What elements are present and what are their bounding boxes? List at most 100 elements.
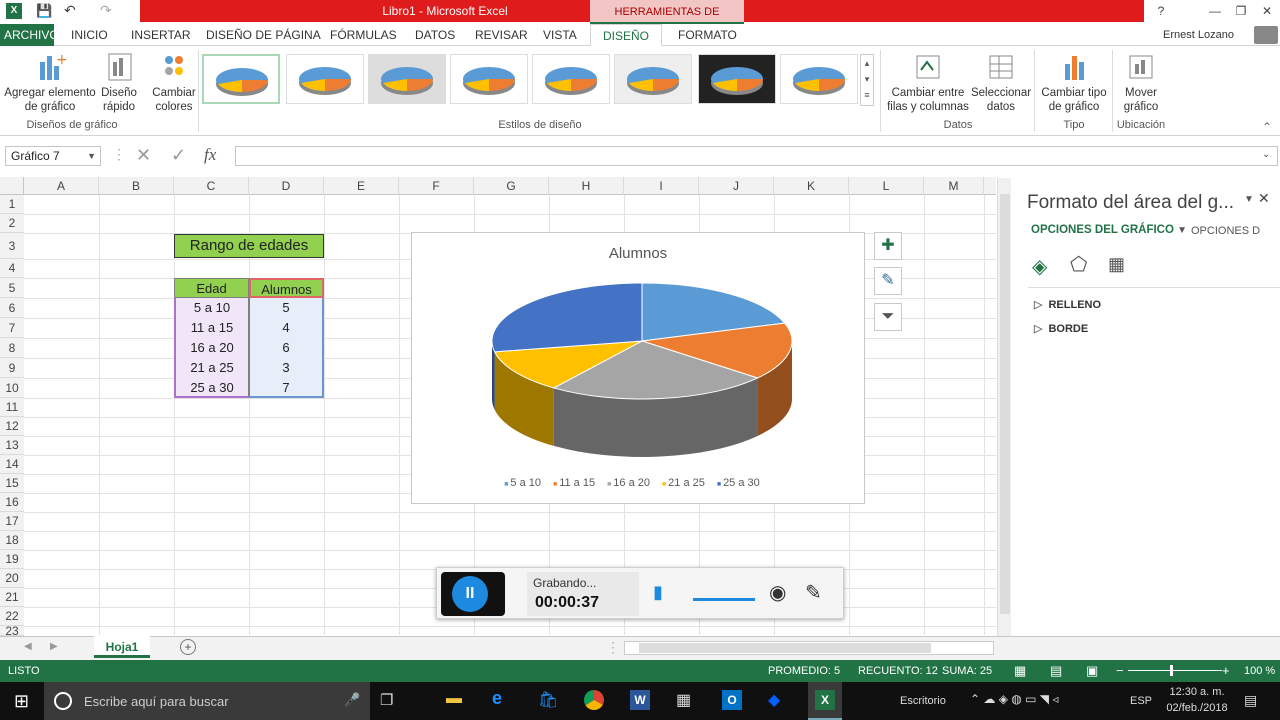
- legend-entry[interactable]: ■ 21 a 25: [662, 477, 705, 489]
- pie-chart[interactable]: [472, 273, 812, 463]
- horizontal-scrollbar[interactable]: [624, 641, 994, 655]
- change-chart-type-button[interactable]: Cambiar tipo de gráfico: [1036, 52, 1112, 114]
- table-title[interactable]: Rango de edades: [174, 234, 324, 258]
- row-header[interactable]: 2: [0, 214, 24, 233]
- language-indicator[interactable]: ESP: [1130, 695, 1152, 707]
- column-header[interactable]: A: [24, 177, 99, 195]
- calculator-icon[interactable]: ▦: [676, 690, 691, 710]
- name-box[interactable]: Gráfico 7 ▼: [5, 146, 101, 166]
- row-header[interactable]: 6: [0, 298, 24, 318]
- switch-row-column-button[interactable]: Cambiar entre filas y columnas: [884, 52, 972, 114]
- page-break-icon[interactable]: ▣: [1086, 663, 1098, 679]
- column-header[interactable]: G: [474, 177, 549, 195]
- file-explorer-icon[interactable]: ▬: [446, 690, 462, 708]
- add-chart-element-button[interactable]: + Agregar elemento de gráfico: [4, 52, 96, 114]
- row-header[interactable]: 3: [0, 233, 24, 259]
- table-cell[interactable]: 4: [249, 318, 324, 338]
- clock-time[interactable]: 12:30 a. m.: [1164, 686, 1230, 698]
- column-header[interactable]: H: [549, 177, 624, 195]
- row-header[interactable]: 4: [0, 259, 24, 278]
- clock-date[interactable]: 02/feb./2018: [1158, 702, 1236, 714]
- chart-legend[interactable]: ■ 5 a 10 ■ 11 a 15 ■ 16 a 20 ■ 21 a 25 ■ 25 …: [412, 477, 864, 489]
- save-icon[interactable]: 💾: [36, 3, 52, 19]
- outlook-icon[interactable]: O: [722, 690, 742, 710]
- fill-section[interactable]: ▷ RELLENO: [1034, 298, 1101, 311]
- insert-function-icon[interactable]: fx: [204, 145, 216, 165]
- row-header[interactable]: 17: [0, 512, 24, 531]
- table-cell[interactable]: 6: [249, 338, 324, 358]
- row-header[interactable]: 14: [0, 455, 24, 474]
- splitter-icon[interactable]: ⋮: [606, 639, 620, 656]
- notifications-icon[interactable]: ▤: [1244, 692, 1257, 709]
- zoom-slider-thumb[interactable]: [1170, 665, 1173, 676]
- chrome-icon[interactable]: [584, 690, 604, 710]
- horizontal-scroll-thumb[interactable]: [639, 643, 931, 653]
- tab-datos[interactable]: DATOS: [415, 24, 455, 46]
- header-edad[interactable]: Edad: [174, 278, 249, 298]
- row-header[interactable]: 21: [0, 588, 24, 607]
- border-section[interactable]: ▷ BORDE: [1034, 322, 1088, 335]
- name-box-dropdown-icon[interactable]: ▼: [87, 147, 96, 165]
- table-cell[interactable]: 3: [249, 358, 324, 378]
- avatar[interactable]: [1254, 26, 1278, 44]
- tab-diseno[interactable]: DISEÑO: [590, 24, 662, 46]
- tab-diseno-pagina[interactable]: DISEÑO DE PÁGINA: [206, 24, 321, 46]
- normal-view-icon[interactable]: ▦: [1014, 663, 1026, 679]
- next-sheet-icon[interactable]: ▶: [50, 641, 58, 652]
- pie-slice[interactable]: [491, 282, 643, 353]
- sheet-tab-hoja1[interactable]: Hoja1: [94, 636, 150, 658]
- change-colors-button[interactable]: Cambiar colores: [148, 52, 200, 114]
- row-header[interactable]: 10: [0, 378, 24, 398]
- tray-icons[interactable]: ⌃ ☁ ◈ ◍ ▭ ◥ ◃: [970, 692, 1058, 706]
- legend-entry[interactable]: ■ 16 a 20: [607, 477, 650, 489]
- zoom-level[interactable]: 100 %: [1244, 665, 1275, 677]
- tab-archivo[interactable]: ARCHIVO: [0, 24, 59, 46]
- formula-input[interactable]: [235, 146, 1278, 166]
- edge-icon[interactable]: e: [492, 688, 502, 709]
- select-data-button[interactable]: Seleccionar datos: [970, 52, 1032, 114]
- column-header[interactable]: J: [699, 177, 774, 195]
- chart-style-option[interactable]: [286, 54, 364, 104]
- tab-insertar[interactable]: INSERTAR: [131, 24, 191, 46]
- excel-task-item[interactable]: X: [808, 682, 842, 720]
- tab-chart-options[interactable]: OPCIONES DEL GRÁFICO ▼: [1031, 224, 1187, 236]
- effects-icon[interactable]: ⬠: [1070, 252, 1087, 277]
- add-sheet-button[interactable]: +: [180, 639, 196, 655]
- select-all-corner[interactable]: [0, 177, 24, 195]
- legend-entry[interactable]: ■ 25 a 30: [717, 477, 760, 489]
- legend-entry[interactable]: ■ 11 a 15: [553, 477, 595, 489]
- row-header[interactable]: 8: [0, 338, 24, 358]
- enter-formula-icon[interactable]: ✓: [171, 145, 186, 166]
- table-cell[interactable]: 5: [249, 298, 324, 318]
- column-header[interactable]: M: [924, 177, 984, 195]
- column-header[interactable]: B: [99, 177, 174, 195]
- dropbox-icon[interactable]: ◆: [768, 690, 780, 710]
- row-header[interactable]: 16: [0, 493, 24, 512]
- column-header[interactable]: D: [249, 177, 324, 195]
- column-header[interactable]: K: [774, 177, 849, 195]
- row-header[interactable]: 13: [0, 436, 24, 455]
- fill-line-icon[interactable]: ◈: [1032, 254, 1047, 279]
- column-header[interactable]: E: [324, 177, 399, 195]
- chart-style-option[interactable]: [532, 54, 610, 104]
- column-header[interactable]: L: [849, 177, 924, 195]
- desktop-toolbar[interactable]: Escritorio: [900, 695, 946, 707]
- header-alumnos[interactable]: Alumnos: [249, 278, 324, 298]
- help-button[interactable]: ?: [1146, 0, 1176, 22]
- chart-style-option[interactable]: [780, 54, 858, 104]
- legend-entry[interactable]: ■ 5 a 10: [504, 477, 541, 489]
- page-layout-icon[interactable]: ▤: [1050, 663, 1062, 679]
- audio-level-icon[interactable]: ▮: [653, 582, 663, 603]
- word-icon[interactable]: W: [630, 690, 650, 710]
- zoom-out-icon[interactable]: −: [1116, 663, 1124, 678]
- table-cell[interactable]: 5 a 10: [174, 298, 249, 318]
- prev-sheet-icon[interactable]: ◀: [24, 641, 32, 652]
- chart-style-option[interactable]: [614, 54, 692, 104]
- tab-revisar[interactable]: REVISAR: [475, 24, 528, 46]
- table-cell[interactable]: 16 a 20: [174, 338, 249, 358]
- row-header[interactable]: 19: [0, 550, 24, 569]
- windows-start-icon[interactable]: ⊞: [14, 691, 29, 712]
- chart-style-option[interactable]: [202, 54, 280, 104]
- pane-menu-icon[interactable]: ▼: [1244, 194, 1254, 205]
- row-header[interactable]: 1: [0, 195, 24, 214]
